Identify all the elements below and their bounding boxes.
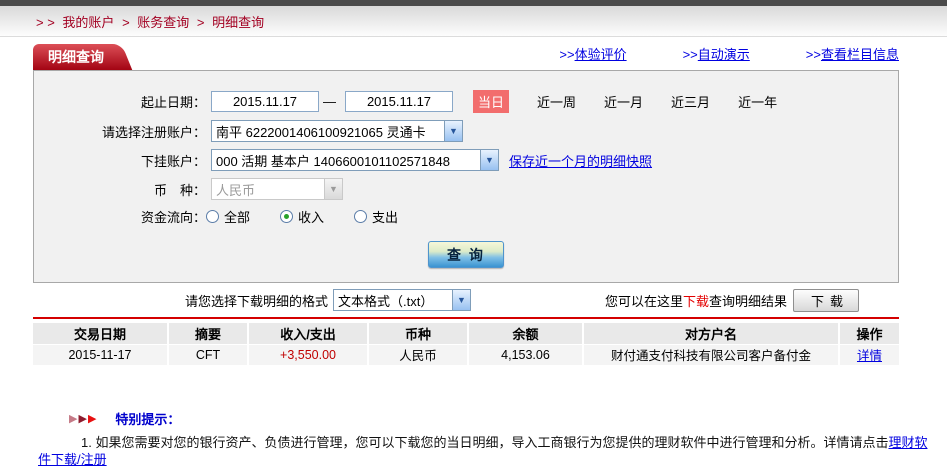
radio-icon [206, 210, 219, 223]
download-hint-post: 查询明细结果 [708, 293, 787, 309]
registered-account-select[interactable]: 南平 6222001406100921065 灵通卡 ▼ [211, 120, 463, 142]
chevron-down-icon: ▼ [324, 179, 342, 199]
flow-direction-row: 资金流向： 全部 收入 支出 [34, 207, 898, 226]
col-action: 操作 [838, 323, 899, 345]
breadcrumb-separator: > [122, 14, 130, 30]
range-last-year[interactable]: 近一年 [738, 92, 777, 111]
detail-link[interactable]: 详情 [857, 349, 882, 363]
tab-row: 明细查询 >>体验评价 >>自动演示 >>查看栏目信息 [33, 37, 899, 70]
download-bar: 请您选择下载明细的格式 文本格式（.txt） ▼ 您可以在这里 下载 查询明细结… [33, 283, 899, 317]
col-summary: 摘要 [167, 323, 248, 345]
flow-direction-label: 资金流向： [140, 210, 206, 225]
triple-arrow-icon: ▶▶▶ [69, 413, 98, 425]
radio-icon [280, 210, 294, 223]
table-row: 2015-11-17 CFT +3,550.00 人民币 4,153.06 财付… [33, 344, 899, 365]
col-currency: 币种 [367, 323, 468, 345]
registered-account-value: 南平 6222001406100921065 灵通卡 [216, 124, 426, 140]
query-button[interactable]: 查 询 [428, 241, 504, 268]
flow-radio-income-label: 收入 [298, 210, 325, 225]
download-hint: 您可以在这里 下载 查询明细结果 下载 [604, 288, 859, 312]
col-amount: 收入/支出 [247, 323, 368, 345]
chevron-down-icon: ▼ [452, 290, 471, 310]
flow-radio-all-label: 全部 [224, 210, 251, 225]
col-counterparty: 对方户名 [582, 323, 839, 345]
currency-label: 币 种： [153, 182, 206, 198]
range-last-month[interactable]: 近一月 [604, 92, 643, 111]
date-range-label: 起止日期： [140, 95, 206, 110]
col-balance: 余额 [467, 323, 583, 345]
tab-detail-query[interactable]: 明细查询 [33, 44, 112, 70]
cell-currency: 人民币 [367, 344, 468, 365]
breadcrumb-prefix: > > [36, 14, 55, 30]
flow-radio-all[interactable]: 全部 [206, 207, 250, 226]
cell-amount: +3,550.00 [247, 344, 368, 365]
link-auto-demo[interactable]: >>自动演示 [683, 44, 750, 63]
currency-value: 人民币 [216, 182, 256, 198]
sub-account-label: 下挂账户： [140, 153, 206, 169]
notice-text: 1. 如果您需要对您的银行资产、负债进行管理，您可以下载您的当日明细，导入工商银… [81, 435, 889, 450]
query-button-wrap: 查 询 [34, 241, 898, 268]
breadcrumb-item-my-account[interactable]: 我的账户 [62, 15, 114, 30]
breadcrumb-separator: > [196, 14, 205, 30]
flow-radio-income[interactable]: 收入 [280, 207, 324, 226]
cell-date: 2015-11-17 [33, 344, 168, 365]
snapshot-link[interactable]: 保存近一个月的明细快照 [509, 151, 652, 170]
radio-icon [354, 210, 368, 223]
table-header-row: 交易日期 摘要 收入/支出 币种 余额 对方户名 操作 [33, 323, 899, 345]
flow-radio-expense-label: 支出 [372, 210, 399, 225]
download-button[interactable]: 下载 [793, 288, 859, 312]
link-column-info[interactable]: >>查看栏目信息 [806, 44, 899, 63]
sub-account-row: 下挂账户： 000 活期 基本户 1406600101102571848 ▼ 保… [34, 149, 898, 171]
cell-counterparty: 财付通支付科技有限公司客户备付金 [582, 344, 839, 365]
currency-row: 币 种： 人民币 ▼ [34, 178, 898, 200]
query-form-panel: 起止日期： — 当日 近一周 近一月 近三月 近一年 请选择注册账户： 南平 6… [33, 70, 899, 283]
chevron-down-icon: ▼ [444, 121, 462, 141]
breadcrumb-band: > > 我的账户 > 账务查询 > 明细查询 [0, 6, 947, 37]
download-format-value: 文本格式（.txt） [338, 293, 434, 309]
cell-summary: CFT [167, 344, 248, 365]
start-date-input[interactable] [211, 91, 319, 112]
link-experience-review[interactable]: >>体验评价 [559, 44, 626, 63]
col-date: 交易日期 [33, 323, 168, 345]
sub-account-value: 000 活期 基本户 1406600101102571848 [216, 153, 450, 169]
registered-account-label: 请选择注册账户： [101, 124, 206, 140]
download-hint-red: 下载 [682, 293, 709, 309]
header-links: >>体验评价 >>自动演示 >>查看栏目信息 [559, 44, 899, 70]
date-dash: — [323, 94, 336, 109]
breadcrumb-item-detail-query[interactable]: 明细查询 [212, 15, 264, 30]
chevron-down-icon: ▼ [480, 150, 498, 170]
breadcrumb: > > 我的账户 > 账务查询 > 明细查询 [36, 12, 268, 31]
registered-account-row: 请选择注册账户： 南平 6222001406100921065 灵通卡 ▼ [34, 120, 898, 142]
flow-radio-expense[interactable]: 支出 [354, 207, 398, 226]
range-today-badge[interactable]: 当日 [473, 90, 510, 113]
range-last-week[interactable]: 近一周 [537, 92, 576, 111]
cell-balance: 4,153.06 [467, 344, 583, 365]
download-hint-pre: 您可以在这里 [604, 293, 683, 309]
download-format-select[interactable]: 文本格式（.txt） ▼ [333, 289, 472, 311]
red-divider [33, 317, 899, 319]
end-date-input[interactable] [345, 91, 453, 112]
special-notice-title: 特别提示： [115, 412, 181, 427]
range-last-3-months[interactable]: 近三月 [671, 92, 710, 111]
currency-select: 人民币 ▼ [211, 178, 343, 200]
breadcrumb-item-account-query[interactable]: 账务查询 [137, 15, 189, 30]
sub-account-select[interactable]: 000 活期 基本户 1406600101102571848 ▼ [211, 149, 499, 171]
notice-paragraph: 1. 如果您需要对您的银行资产、负债进行管理，您可以下载您的当日明细，导入工商银… [38, 434, 933, 468]
special-notice: ▶▶▶ 特别提示： 1. 如果您需要对您的银行资产、负债进行管理，您可以下载您的… [33, 409, 927, 468]
download-format-label: 请您选择下载明细的格式 [185, 293, 329, 309]
date-range-row: 起止日期： — 当日 近一周 近一月 近三月 近一年 [34, 90, 898, 113]
transactions-table: 交易日期 摘要 收入/支出 币种 余额 对方户名 操作 2015-11-17 C… [33, 323, 899, 365]
